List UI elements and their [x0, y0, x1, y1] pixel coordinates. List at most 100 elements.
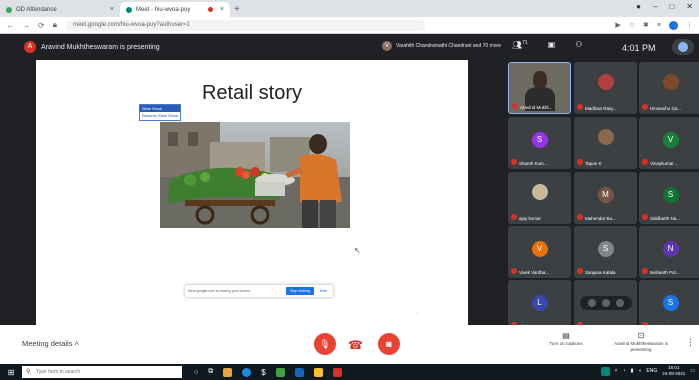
hide-banner-button[interactable]: Hide [317, 289, 330, 293]
meet-top-bar: A Aravind Mukhtheswaram is presenting V … [0, 34, 699, 60]
participant-tile[interactable]: S Siddharth Na... [639, 172, 699, 224]
participant-photo-avatar [531, 184, 548, 200]
mic-off-button[interactable]: 🎙︎ [314, 333, 336, 355]
participant-tile[interactable]: ajay kumar [508, 172, 571, 224]
tray-app-icon[interactable] [600, 366, 610, 376]
tile-control-icon[interactable] [588, 299, 596, 307]
camera-off-button[interactable]: ◙ [378, 333, 400, 355]
mic-off-icon: 🎙︎ [319, 339, 331, 349]
battery-icon[interactable]: ▮ [631, 368, 634, 374]
meeting-details-toggle[interactable]: Meeting details ˄ [22, 339, 79, 348]
presenting-button[interactable]: ⊡ Aravind Mukhtheswaram is presenting [604, 331, 678, 353]
vegetable-cart-photo [160, 122, 350, 228]
browser-icon[interactable] [242, 367, 252, 377]
close-window-icon[interactable]: ✕ [686, 2, 693, 11]
participant-name: Shanth Kum... [519, 161, 548, 166]
share-message: Meet.google.com is sharing your screen [188, 289, 251, 293]
participant-tile[interactable]: N Nishanth Pot... [639, 226, 699, 278]
star-icon[interactable]: ☆ [629, 21, 635, 29]
media-icon[interactable]: ≡ [657, 22, 661, 29]
participant-tile[interactable]: Himanshu Ga... [639, 62, 699, 114]
chat-icon[interactable]: ▣ [548, 40, 556, 49]
taskbar-search[interactable]: ⚲ Type here to search [22, 366, 182, 378]
chrome-icon[interactable] [332, 367, 342, 377]
participant-avatar: S [662, 295, 679, 311]
participant-tile[interactable]: Aravind Mukhl... [508, 62, 571, 114]
stop-sharing-button[interactable]: Stop sharing [286, 287, 314, 295]
taskbar-clock[interactable]: 16:01 24-08-2021 [662, 365, 685, 377]
hang-up-button[interactable]: ☎︎ [348, 338, 363, 352]
participant-tile[interactable]: V Vivek Vardha... [508, 226, 571, 278]
participant-tile[interactable]: Tapan K [574, 117, 637, 169]
pinned-participant[interactable]: V Varahith Chandramathi Chandrani and 70… [382, 41, 506, 51]
network-icon[interactable]: ◔ [623, 368, 626, 374]
meet-toolbar: 👥︎71 ▣ ⚇ [512, 40, 582, 50]
forward-icon[interactable]: → [22, 21, 30, 30]
muted-mic-icon [642, 214, 648, 220]
captions-button[interactable]: ▤ Turn on captions [540, 331, 592, 347]
participant-tile[interactable]: Madhavi Ranj... [574, 62, 637, 114]
tile-control-icon[interactable] [616, 299, 624, 307]
tile-control-icon[interactable] [602, 299, 610, 307]
more-options-icon[interactable]: ⋮ [686, 337, 695, 348]
participant-tile[interactable]: S Sanjana Katala [574, 226, 637, 278]
participant-tile[interactable]: V Vinaykumar ... [639, 117, 699, 169]
slideshow-widget[interactable]: Slide Show Resume Slide Show [139, 104, 181, 121]
app-icon[interactable] [223, 367, 233, 377]
language-indicator[interactable]: ENG [646, 368, 657, 374]
profile-circle-icon[interactable]: ● [636, 2, 641, 11]
vscode-icon[interactable] [294, 367, 304, 377]
window-controls: ● – □ ✕ [636, 2, 693, 11]
participant-avatar: V [662, 132, 679, 148]
participant-tile[interactable]: M Mahendar Ba... [574, 172, 637, 224]
muted-mic-icon [642, 268, 648, 274]
maximize-icon[interactable]: □ [669, 2, 674, 11]
captions-icon: ▤ [562, 331, 570, 340]
muted-mic-icon [512, 103, 518, 109]
tile-hover-controls[interactable] [580, 296, 632, 310]
participant-name: Siddharth Na... [650, 216, 681, 221]
profile-avatar[interactable] [669, 20, 678, 30]
participant-photo-avatar [597, 74, 614, 90]
folder-icon[interactable] [313, 367, 323, 377]
self-view-pill[interactable] [672, 39, 694, 55]
notification-icon[interactable]: ▭ [690, 368, 695, 374]
participants-grid: Aravind Mukhl... Madhavi Ranj... Himanshu … [504, 60, 699, 332]
tray-chevron-icon[interactable]: ˄ [615, 368, 618, 374]
tab-meet[interactable]: Meet - hiu-wvoa-puy × [120, 2, 230, 17]
windows-start-icon[interactable]: ⊞ [4, 368, 18, 377]
camera-indicator-icon[interactable]: ▶ [615, 21, 620, 29]
new-tab-button[interactable]: + [234, 2, 240, 17]
activities-icon[interactable]: ⚇ [575, 40, 582, 49]
cortana-icon[interactable]: ○ [194, 369, 198, 376]
store-icon[interactable] [275, 367, 285, 377]
dollar-app-icon[interactable]: $ [261, 368, 265, 377]
close-tab-icon[interactable]: × [110, 6, 114, 13]
people-icon[interactable]: 👥︎71 [512, 40, 528, 50]
url-field[interactable]: meet.google.com/hiu-wvoa-puy?authuser=1 [64, 19, 425, 31]
extension-icon[interactable]: ✱ [643, 21, 649, 29]
participant-photo-avatar [597, 129, 614, 145]
minimize-icon[interactable]: – [653, 2, 657, 11]
menu-icon[interactable]: ⋮ [686, 21, 693, 29]
task-view-icon[interactable]: ⧉ [208, 368, 213, 376]
presenting-status: Aravind Mukhtheswaram is presenting [41, 43, 160, 51]
resume-slideshow-link[interactable]: Resume Slide Show [140, 112, 180, 120]
taskbar-date: 24-08-2021 [662, 371, 686, 376]
participant-avatar: N [662, 241, 679, 257]
camera-off-icon: ◙ [386, 339, 392, 349]
reload-icon[interactable]: ⟳ [38, 21, 45, 30]
volume-icon[interactable]: ◖ [638, 368, 641, 374]
muted-mic-icon [511, 268, 517, 274]
pinned-avatar: V [382, 41, 392, 51]
muted-mic-icon [511, 214, 517, 220]
muted-mic-icon [511, 159, 517, 165]
tab-title: Meet - hiu-wvoa-puy [136, 6, 191, 13]
back-icon[interactable]: ← [6, 21, 14, 30]
close-tab-icon[interactable]: × [220, 6, 224, 13]
participant-tile[interactable]: S Shanth Kum... [508, 117, 571, 169]
search-placeholder: Type here to search [36, 369, 81, 375]
slide-corner-mark: ▫ [416, 310, 418, 316]
muted-mic-icon [642, 159, 648, 165]
tab-attendance[interactable]: OD Attendance × [0, 2, 120, 17]
